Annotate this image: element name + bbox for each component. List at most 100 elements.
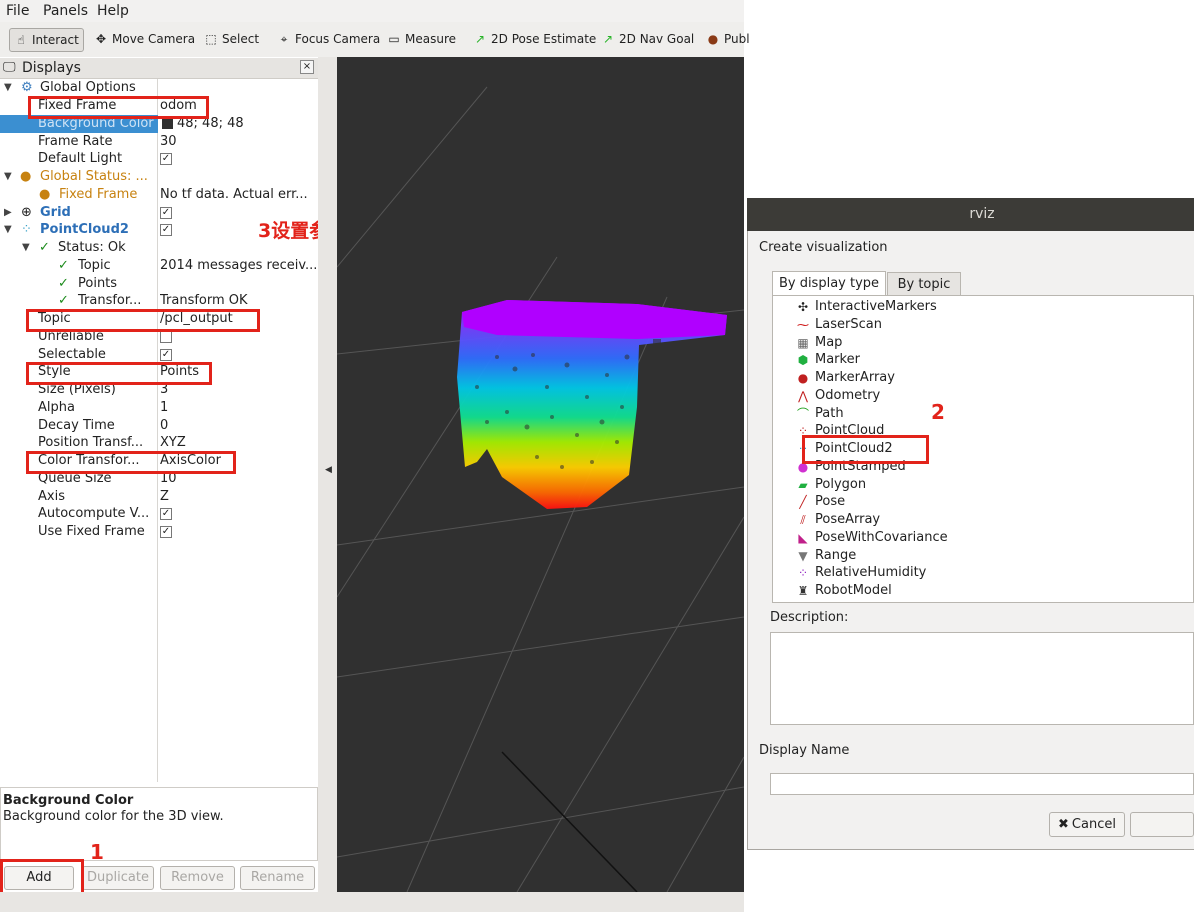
row-value[interactable]: 48; 48; 48 — [158, 115, 318, 133]
row-value[interactable]: AxisColor — [160, 452, 316, 470]
tool-select[interactable]: ⬚ Select — [200, 28, 263, 50]
row-value[interactable]: 3 — [160, 381, 316, 399]
tab-by-topic[interactable]: By topic — [887, 272, 961, 296]
tool-measure[interactable]: ▭ Measure — [383, 28, 460, 50]
tree-row-decay-time[interactable]: Decay Time 0 — [0, 417, 316, 435]
list-item[interactable]: ⁘ RelativeHumidity — [798, 564, 926, 582]
focus-icon: ⌖ — [280, 32, 288, 46]
row-value[interactable]: XYZ — [160, 434, 316, 452]
displays-dock-title: 🖵 Displays × — [0, 58, 318, 79]
tool-publish-point[interactable]: ● Publ — [702, 28, 754, 50]
row-value[interactable]: /pcl_output — [160, 310, 316, 328]
tool-focus-camera[interactable]: ⌖ Focus Camera — [273, 28, 384, 50]
row-value[interactable]: Z — [160, 488, 316, 506]
list-item[interactable]: ▦ Map — [797, 334, 842, 352]
ok-button[interactable] — [1130, 812, 1194, 837]
tree-row-selectable[interactable]: Selectable ✓ — [0, 346, 316, 364]
rename-button[interactable]: Rename — [240, 866, 315, 890]
tool-move-camera[interactable]: ✥ Move Camera — [90, 28, 199, 50]
tree-row-default-light[interactable]: Default Light ✓ — [0, 150, 316, 168]
panel-splitter[interactable]: ◀ — [318, 57, 337, 892]
menu-panels[interactable]: Panels — [43, 3, 88, 19]
list-item[interactable]: ▰ Polygon — [798, 476, 867, 494]
tree-row-size-pixels[interactable]: Size (Pixels) 3 — [0, 381, 316, 399]
row-value[interactable]: 10 — [160, 470, 316, 488]
list-item[interactable]: ✣ InteractiveMarkers — [798, 298, 937, 316]
tree-row-status-transform[interactable]: ✓ Transfor... Transform OK — [0, 292, 316, 310]
list-item[interactable]: ⬢ Marker — [798, 351, 860, 369]
list-item[interactable]: ⌒ Path — [797, 405, 844, 423]
list-item[interactable]: ⁘ PointCloud — [798, 422, 885, 440]
row-value[interactable]: 1 — [160, 399, 316, 417]
row-value[interactable]: 0 — [160, 417, 316, 435]
tool-2d-nav-goal[interactable]: ↗ 2D Nav Goal — [597, 28, 698, 50]
remove-button[interactable]: Remove — [160, 866, 235, 890]
tree-row-use-fixed-frame[interactable]: Use Fixed Frame ✓ — [0, 523, 316, 541]
tree-row-fixed-frame[interactable]: Fixed Frame odom — [0, 97, 316, 115]
row-value[interactable]: Points — [160, 363, 316, 381]
row-value[interactable]: 30 — [160, 133, 316, 151]
tree-row-queue-size[interactable]: Queue Size 10 — [0, 470, 316, 488]
tree-row-status-fixed-frame[interactable]: ● Fixed Frame No tf data. Actual err... — [0, 186, 316, 204]
list-item[interactable]: ╱ Pose — [799, 493, 845, 511]
3d-view[interactable] — [337, 57, 744, 892]
chevron-down-icon[interactable]: ▼ — [4, 79, 12, 97]
item-label: PointCloud — [815, 423, 885, 438]
chevron-down-icon[interactable]: ▼ — [4, 168, 12, 186]
tree-row-global-status[interactable]: ▼ ● Global Status: ... — [0, 168, 316, 186]
tree-row-frame-rate[interactable]: Frame Rate 30 — [0, 133, 316, 151]
checkbox[interactable]: ✓ — [160, 348, 172, 361]
list-item[interactable]: ⫽ PoseArray — [800, 511, 880, 529]
collapse-left-icon[interactable]: ◀ — [325, 465, 332, 475]
tree-row-axis[interactable]: Axis Z — [0, 488, 316, 506]
tree-row-position-transformer[interactable]: Position Transf... XYZ — [0, 434, 316, 452]
tree-row-global-options[interactable]: ▼ ⚙ Global Options — [0, 79, 316, 97]
cancel-button[interactable]: ✖ Cancel — [1049, 812, 1125, 837]
menu-help[interactable]: Help — [97, 3, 129, 19]
list-item[interactable]: ⁘ PointCloud2 — [798, 440, 893, 458]
tree-row-topic[interactable]: Topic /pcl_output — [0, 310, 316, 328]
tree-row-color-transformer[interactable]: Color Transfor... AxisColor — [0, 452, 316, 470]
tree-row-style[interactable]: Style Points — [0, 363, 316, 381]
item-label: Range — [815, 548, 857, 563]
checkbox[interactable]: ✓ — [160, 152, 172, 165]
tool-interact[interactable]: ☝ Interact — [9, 28, 84, 52]
tree-row-background-color[interactable]: Background Color 48; 48; 48 — [0, 115, 318, 133]
tool-label: Select — [222, 32, 260, 46]
tab-by-display-type[interactable]: By display type — [772, 271, 886, 295]
tree-row-status-points[interactable]: ✓ Points — [0, 275, 316, 293]
close-icon[interactable]: × — [300, 60, 314, 74]
description-box — [770, 632, 1194, 725]
chevron-right-icon[interactable]: ▶ — [4, 204, 12, 222]
list-item[interactable]: ◣ PoseWithCovariance — [798, 529, 947, 547]
item-label: Polygon — [815, 477, 867, 492]
duplicate-button[interactable]: Duplicate — [82, 866, 154, 890]
pose-array-icon: ⫽ — [800, 513, 806, 527]
list-item[interactable]: ● PointStamped — [798, 458, 906, 476]
checkbox[interactable] — [160, 330, 172, 343]
chevron-down-icon[interactable]: ▼ — [22, 239, 30, 257]
item-label: PointStamped — [815, 459, 906, 474]
add-button[interactable]: Add — [4, 866, 74, 890]
list-item[interactable]: ⁓ LaserScan — [797, 316, 882, 334]
tree-row-alpha[interactable]: Alpha 1 — [0, 399, 316, 417]
tool-2d-pose-estimate[interactable]: ↗ 2D Pose Estimate — [469, 28, 600, 50]
select-icon: ⬚ — [205, 32, 217, 46]
list-item[interactable]: ♜ RobotModel — [798, 582, 892, 600]
menu-file[interactable]: File — [6, 3, 29, 19]
tree-row-status-topic[interactable]: ✓ Topic 2014 messages receiv... — [0, 257, 316, 275]
chevron-down-icon[interactable]: ▼ — [4, 221, 12, 239]
row-label: Autocompute V... — [38, 506, 150, 521]
row-label: Topic — [78, 258, 111, 273]
list-item[interactable]: ▼ Range — [798, 547, 857, 565]
checkbox[interactable]: ✓ — [160, 206, 172, 219]
tree-row-unreliable[interactable]: Unreliable — [0, 328, 316, 346]
list-item[interactable]: ● MarkerArray — [798, 369, 895, 387]
tree-row-autocompute[interactable]: Autocompute V... ✓ — [0, 505, 316, 523]
checkbox[interactable]: ✓ — [160, 507, 172, 520]
checkbox[interactable]: ✓ — [160, 223, 172, 236]
display-name-input[interactable] — [770, 773, 1194, 795]
checkbox[interactable]: ✓ — [160, 525, 172, 538]
row-value[interactable]: odom — [160, 97, 316, 115]
list-item[interactable]: ⋀ Odometry — [798, 387, 880, 405]
